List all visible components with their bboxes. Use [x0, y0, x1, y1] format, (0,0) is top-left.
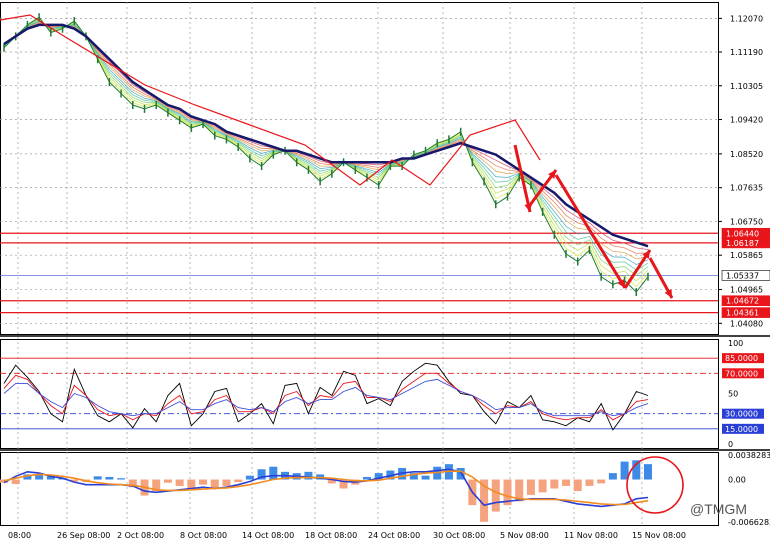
macd-histogram-bar: [117, 478, 126, 480]
macd-histogram: [0, 460, 652, 522]
macd-histogram-bar: [538, 479, 547, 493]
price-tick-label: 1.08520: [730, 150, 763, 159]
x-tick-label: 15 Nov 08:00: [632, 531, 686, 540]
price-tick-label: 1.12070: [730, 14, 763, 23]
macd-histogram-bar: [35, 475, 44, 480]
price-level-label: 1.05337: [726, 271, 759, 280]
macd-histogram-bar: [573, 479, 582, 492]
price-levels: 1.064401.06187 1.05337 1.04672 1.04361: [0, 227, 770, 318]
macd-histogram-bar: [644, 464, 652, 480]
price-level-label: 1.06440: [726, 229, 759, 238]
panel-frame-1: [0, 339, 719, 449]
time-axis: 08:00 26 Sep 08:00 2 Oct 08:00 8 Oct 08:00 1…: [8, 531, 686, 540]
macd-histogram-bar: [210, 479, 219, 489]
macd-histogram-bar: [175, 479, 184, 486]
macd-histogram-bar: [585, 479, 594, 486]
chart: 1.06440 1.06187 1.05337 1.04672 1.04361 1.12…: [0, 0, 770, 543]
price-tick-label: 1.04080: [730, 319, 763, 328]
oscillator-middle-line: [3, 372, 649, 421]
price-tick-label: 1.07635: [730, 184, 763, 193]
macd-histogram-bar: [222, 479, 231, 486]
macd-histogram-bar: [362, 476, 371, 480]
x-tick-label: 18 Oct 08:00: [305, 531, 357, 540]
price-level-label: 1.04672: [726, 297, 759, 306]
highlight-circle: [626, 456, 684, 514]
panel-frame-2: [0, 452, 719, 526]
x-tick-label: 30 Oct 08:00: [433, 531, 485, 540]
macd-histogram-bar: [245, 475, 254, 480]
macd-histogram-bar: [421, 475, 430, 480]
chart-svg: 1.064401.06187 1.05337 1.04672 1.04361 1.12…: [0, 2, 770, 540]
x-tick-label: 2 Oct 08:00: [117, 531, 164, 540]
macd-histogram-bar: [526, 479, 535, 495]
x-tick-label: 24 Oct 08:00: [368, 531, 420, 540]
price-tick-label: 1.05865: [730, 251, 763, 260]
oscillator-level-label: 70.0000: [725, 369, 758, 378]
macd-tick-label: -0.0066283: [728, 518, 770, 527]
price-level-label: 1.06187: [726, 239, 759, 248]
price-tick-label: 1.11190: [730, 48, 763, 57]
macd-histogram-bar: [597, 479, 606, 484]
oscillator-tick-label: 0: [728, 440, 733, 449]
trend-arrow: [554, 174, 627, 289]
oscillator-levels: 85.0000 70.0000 30.0000 15.0000: [0, 353, 764, 434]
macd-histogram-bar: [550, 479, 559, 489]
price-tick-label: 1.06750: [730, 217, 763, 226]
macd-histogram-bar: [199, 479, 208, 485]
macd-tick-label: 0.0038283: [728, 451, 770, 460]
x-tick-label: 5 Nov 08:00: [500, 531, 549, 540]
oscillator-level-label: 15.0000: [725, 425, 758, 434]
price-tick-label: 1.10305: [730, 82, 763, 91]
oscillator-level-label: 30.0000: [725, 410, 758, 419]
macd-histogram-bar: [105, 476, 114, 480]
price-tick-label: 1.04965: [730, 286, 763, 295]
zigzag-trend: [0, 14, 541, 186]
macd-histogram-bar: [11, 479, 20, 485]
ma-ribbon: [3, 13, 649, 297]
price-level-label: 1.04361: [726, 309, 759, 318]
macd-histogram-bar: [269, 466, 278, 480]
macd-tick-label: 0.00: [728, 476, 746, 485]
macd-histogram-bar: [562, 479, 571, 486]
x-tick-label: 26 Sep 08:00: [57, 531, 110, 540]
oscillator-tick-label: 100: [728, 339, 743, 348]
price-axis: 1.12070 1.11190 1.10305 1.09420 1.08520 1.076…: [718, 14, 763, 328]
macd-histogram-bar: [234, 479, 243, 483]
x-tick-label: 08:00: [8, 531, 31, 540]
macd-histogram-bar: [93, 476, 102, 480]
oscillator-slow-line: [3, 378, 649, 417]
oscillator-tick-label: 50: [728, 390, 738, 399]
x-tick-label: 14 Oct 08:00: [242, 531, 294, 540]
oscillator-level-label: 85.0000: [725, 354, 758, 363]
macd-histogram-bar: [491, 479, 500, 512]
macd-histogram-bar: [608, 473, 617, 480]
watermark: @TMGM: [690, 501, 747, 517]
x-tick-label: 8 Oct 08:00: [180, 531, 227, 540]
x-tick-label: 11 Nov 08:00: [564, 531, 618, 540]
macd-histogram-bar: [163, 479, 172, 483]
price-tick-label: 1.09420: [730, 116, 763, 125]
